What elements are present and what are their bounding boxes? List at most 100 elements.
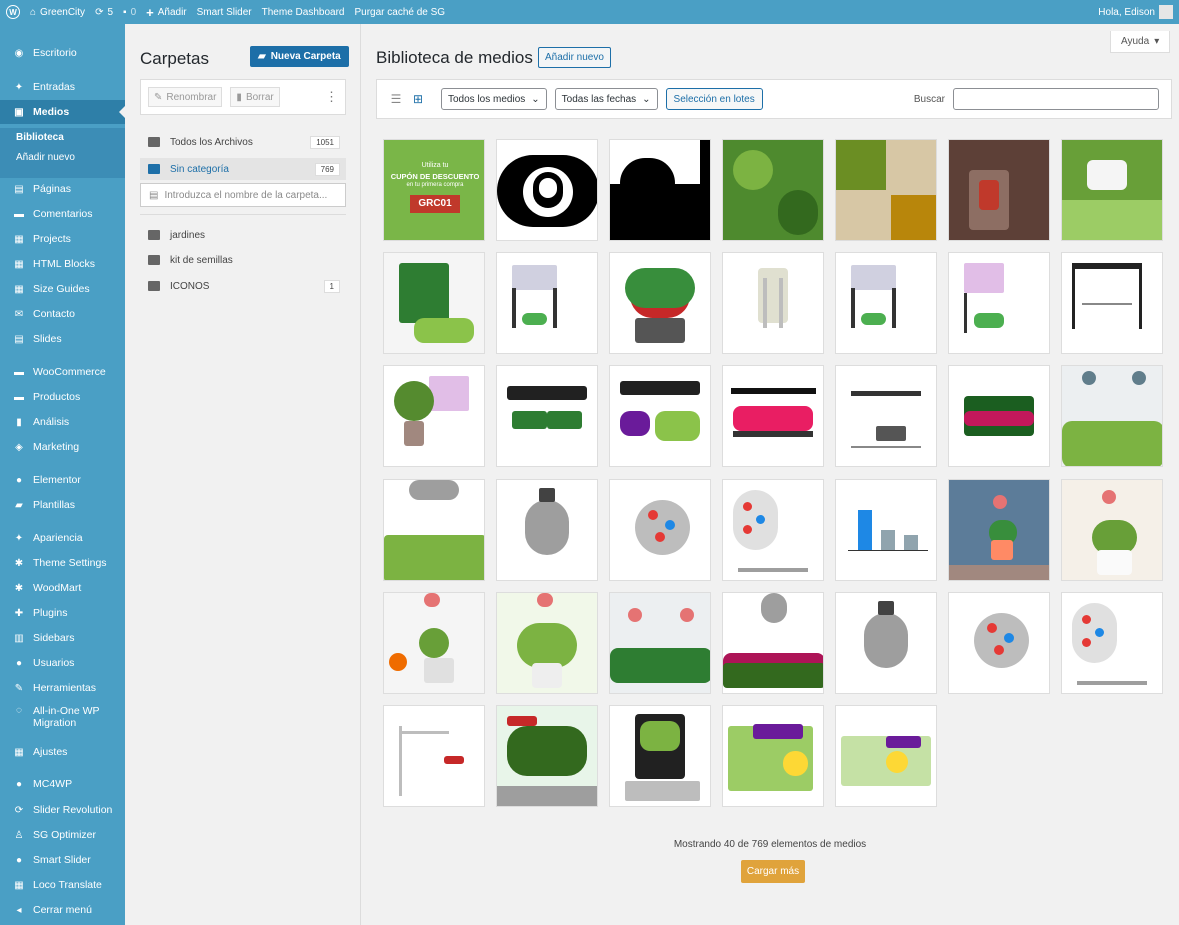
media-thumbnail[interactable]	[609, 365, 711, 467]
sidebar-item-size-guides[interactable]: ▦ Size Guides	[0, 277, 125, 301]
media-thumbnail[interactable]: Utiliza tu CUPÓN DE DESCUENTO en tu primer…	[383, 139, 485, 241]
media-thumbnail[interactable]	[835, 252, 937, 354]
media-thumbnail[interactable]	[1061, 365, 1163, 467]
sidebar-item-sidebars[interactable]: ▥ Sidebars	[0, 626, 125, 650]
media-thumbnail[interactable]	[835, 365, 937, 467]
sidebar-item-ajustes[interactable]: ▦ Ajustes	[0, 740, 125, 764]
submenu-library[interactable]: Biblioteca	[0, 128, 125, 148]
sidebar-item-woodmart[interactable]: ✱ WoodMart	[0, 576, 125, 600]
media-thumbnail[interactable]	[383, 479, 485, 581]
add-new-button[interactable]: Añadir nuevo	[538, 47, 611, 68]
media-thumbnail[interactable]	[496, 252, 598, 354]
media-thumbnail[interactable]	[948, 252, 1050, 354]
sidebar-item-smart-slider[interactable]: ● Smart Slider	[0, 848, 125, 872]
folder-item[interactable]: ICONOS 1	[140, 275, 346, 297]
media-thumbnail[interactable]	[383, 252, 485, 354]
sidebar-item-cerrar-men-[interactable]: ◂ Cerrar menú	[0, 898, 125, 922]
media-thumbnail[interactable]	[496, 479, 598, 581]
media-thumbnail[interactable]	[948, 139, 1050, 241]
media-thumbnail[interactable]	[835, 139, 937, 241]
media-thumbnail[interactable]	[609, 479, 711, 581]
load-more-button[interactable]: Cargar más	[741, 860, 805, 883]
more-options-icon[interactable]: ⋮	[325, 89, 338, 105]
sidebar-item-theme-settings[interactable]: ✱ Theme Settings	[0, 551, 125, 575]
help-button[interactable]: Ayuda ▾	[1110, 31, 1171, 53]
sidebar-item-plantillas[interactable]: ▰ Plantillas	[0, 493, 125, 517]
media-thumbnail[interactable]	[722, 479, 824, 581]
folder-search-input[interactable]: ▤ Introduzca el nombre de la carpeta...	[140, 183, 346, 207]
media-thumbnail[interactable]	[496, 139, 598, 241]
sidebar-item-an-lisis[interactable]: ▮ Análisis	[0, 410, 125, 434]
media-thumbnail[interactable]	[722, 705, 824, 807]
media-thumbnail[interactable]	[1061, 592, 1163, 694]
media-thumbnail[interactable]	[835, 479, 937, 581]
media-thumbnail[interactable]	[1061, 479, 1163, 581]
media-thumbnail[interactable]	[948, 365, 1050, 467]
media-thumbnail[interactable]	[722, 592, 824, 694]
sidebar-item-entradas[interactable]: ✦ Entradas	[0, 75, 125, 99]
sidebar-item-marketing[interactable]: ◈ Marketing	[0, 435, 125, 459]
sidebar-item-loco-translate[interactable]: ▦ Loco Translate	[0, 873, 125, 897]
media-thumbnail[interactable]	[496, 365, 598, 467]
bulk-select-button[interactable]: Selección en lotes	[665, 88, 763, 110]
media-thumbnail[interactable]	[609, 252, 711, 354]
media-thumbnail[interactable]	[383, 705, 485, 807]
wordpress-logo-icon[interactable]: W	[6, 5, 20, 19]
media-thumbnail[interactable]	[1061, 252, 1163, 354]
sidebar-item-contacto[interactable]: ✉ Contacto	[0, 302, 125, 326]
sidebar-item-productos[interactable]: ▬ Productos	[0, 385, 125, 409]
theme-dashboard-link[interactable]: Theme Dashboard	[262, 7, 345, 18]
sidebar-item-herramientas[interactable]: ✎ Herramientas	[0, 676, 125, 700]
sidebar-item-slides[interactable]: ▤ Slides	[0, 327, 125, 351]
media-thumbnail[interactable]	[722, 365, 824, 467]
media-thumbnail[interactable]	[609, 592, 711, 694]
media-type-select[interactable]: Todos los medios ⌄	[441, 88, 547, 110]
comments-link[interactable]: ▪ 0	[123, 7, 136, 18]
list-view-icon[interactable]: ☰	[389, 92, 403, 106]
media-thumbnail[interactable]	[948, 479, 1050, 581]
smart-slider-link[interactable]: Smart Slider	[197, 7, 252, 18]
folder-all-files[interactable]: Todos los Archivos 1051	[140, 131, 346, 153]
media-thumbnail[interactable]	[835, 592, 937, 694]
date-select[interactable]: Todas las fechas ⌄	[554, 88, 658, 110]
folder-item[interactable]: kit de semillas	[140, 249, 346, 271]
media-thumbnail[interactable]	[496, 592, 598, 694]
site-name-link[interactable]: ⌂ GreenCity	[30, 7, 85, 18]
delete-button[interactable]: ▮ Borrar	[230, 87, 280, 107]
folder-uncategorized[interactable]: Sin categoría 769	[140, 158, 346, 180]
media-search-input[interactable]	[953, 88, 1159, 110]
sidebar-item-escritorio[interactable]: ◉ Escritorio	[0, 41, 125, 65]
media-thumbnail[interactable]	[609, 705, 711, 807]
media-thumbnail[interactable]	[1061, 139, 1163, 241]
new-folder-button[interactable]: ▰ Nueva Carpeta	[250, 46, 349, 67]
add-new-link[interactable]: + Añadir	[146, 5, 187, 20]
media-thumbnail[interactable]	[496, 705, 598, 807]
rename-button[interactable]: ✎ Renombrar	[148, 87, 223, 107]
media-thumbnail[interactable]	[383, 365, 485, 467]
sidebar-item-html-blocks[interactable]: ▦ HTML Blocks	[0, 252, 125, 276]
updates-link[interactable]: ⟳ 5	[95, 7, 113, 18]
media-thumbnail[interactable]	[722, 252, 824, 354]
sidebar-item-projects[interactable]: ▦ Projects	[0, 227, 125, 251]
media-thumbnail[interactable]	[835, 705, 937, 807]
sidebar-item-all-in-one-wp-migration[interactable]: ◌ All-in-One WP Migration	[0, 701, 125, 735]
media-thumbnail[interactable]	[609, 139, 711, 241]
sidebar-item-mc4wp[interactable]: ● MC4WP	[0, 772, 125, 796]
submenu-add-new[interactable]: Añadir nuevo	[0, 148, 125, 168]
sidebar-item-usuarios[interactable]: ● Usuarios	[0, 651, 125, 675]
sidebar-item-plugins[interactable]: ✚ Plugins	[0, 601, 125, 625]
purge-cache-link[interactable]: Purgar caché de SG	[354, 7, 445, 18]
media-thumbnail[interactable]	[383, 592, 485, 694]
grid-view-icon[interactable]: ⊞	[411, 92, 425, 106]
sidebar-item-medios[interactable]: ▣ Medios	[0, 100, 125, 124]
sidebar-item-p-ginas[interactable]: ▤ Páginas	[0, 177, 125, 201]
media-thumbnail[interactable]	[722, 139, 824, 241]
sidebar-item-woocommerce[interactable]: ▬ WooCommerce	[0, 360, 125, 384]
sidebar-item-apariencia[interactable]: ✦ Apariencia	[0, 526, 125, 550]
sidebar-item-slider-revolution[interactable]: ⟳ Slider Revolution	[0, 798, 125, 822]
sidebar-item-sg-optimizer[interactable]: ♙ SG Optimizer	[0, 823, 125, 847]
sidebar-item-comentarios[interactable]: ▬ Comentarios	[0, 202, 125, 226]
sidebar-item-elementor[interactable]: ● Elementor	[0, 468, 125, 492]
media-thumbnail[interactable]	[948, 592, 1050, 694]
account-menu[interactable]: Hola, Edison	[1098, 5, 1173, 19]
